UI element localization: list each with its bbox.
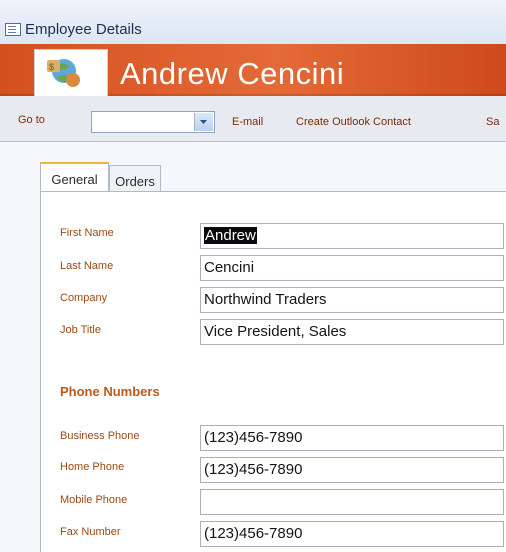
tab-orders[interactable]: Orders xyxy=(109,165,161,191)
save-link[interactable]: Sa xyxy=(486,116,499,128)
goto-dropdown[interactable] xyxy=(91,111,215,133)
chevron-down-icon[interactable] xyxy=(194,113,213,131)
home-phone-field[interactable]: (123)456-7890 xyxy=(200,457,504,483)
employee-photo-icon[interactable]: $ xyxy=(34,49,108,102)
window-title: Employee Details xyxy=(25,21,142,38)
form-icon xyxy=(5,23,21,36)
company-field[interactable]: Northwind Traders xyxy=(200,287,504,313)
first-name-label: First Name xyxy=(60,227,114,239)
first-name-field[interactable]: Andrew xyxy=(200,223,504,249)
title-bar: Employee Details xyxy=(0,0,506,45)
email-link[interactable]: E-mail xyxy=(232,116,263,128)
svg-text:$: $ xyxy=(49,62,54,72)
fax-number-field[interactable]: (123)456-7890 xyxy=(200,521,504,547)
create-outlook-contact-link[interactable]: Create Outlook Contact xyxy=(296,116,411,128)
mobile-phone-field[interactable] xyxy=(200,489,504,515)
first-name-value: Andrew xyxy=(204,227,257,244)
job-title-label: Job Title xyxy=(60,324,101,336)
fax-number-label: Fax Number xyxy=(60,526,121,538)
company-label: Company xyxy=(60,292,108,304)
employee-details-window: Employee Details $ Andrew Cencini Go to … xyxy=(0,0,506,552)
last-name-label: Last Name xyxy=(60,260,114,272)
employee-name-heading: Andrew Cencini xyxy=(120,56,345,91)
last-name-field[interactable]: Cencini xyxy=(200,255,504,281)
phone-numbers-heading: Phone Numbers xyxy=(60,384,160,399)
business-phone-field[interactable]: (123)456-7890 xyxy=(200,425,504,451)
home-phone-label: Home Phone xyxy=(60,461,125,473)
job-title-field[interactable]: Vice President, Sales xyxy=(200,319,504,345)
goto-label: Go to xyxy=(18,114,45,126)
tab-general[interactable]: General xyxy=(40,162,109,191)
business-phone-label: Business Phone xyxy=(60,430,140,442)
mobile-phone-label: Mobile Phone xyxy=(60,494,128,506)
